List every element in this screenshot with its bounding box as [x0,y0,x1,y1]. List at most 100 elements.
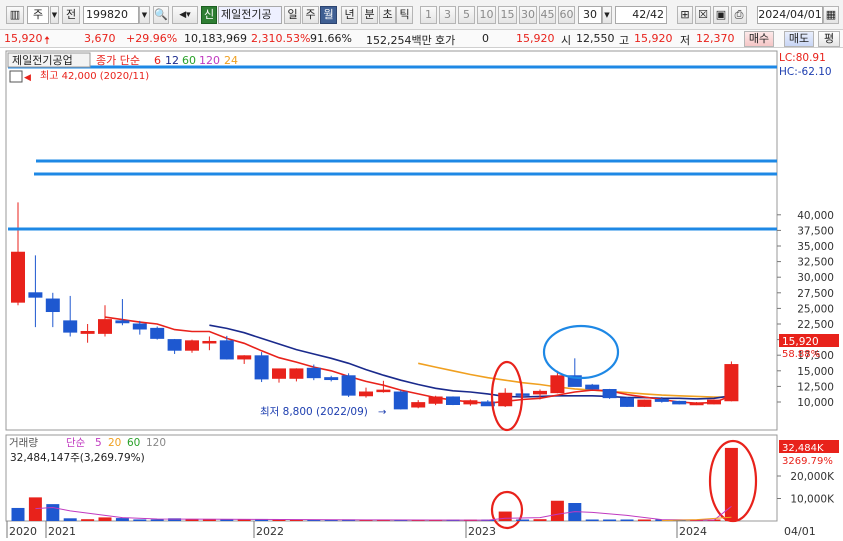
price-tick-label: 10,000 [797,397,834,409]
volume-bar-6 [115,518,129,521]
price-tick-label: 37,500 [797,225,834,237]
period-tab-1[interactable]: 주 [302,6,319,24]
candle-body [289,368,304,379]
search-icon[interactable]: 🔍 [153,6,169,24]
panel-toggle-icon[interactable] [9,70,23,83]
low-note: 최저 8,800 (2022/09) [260,406,368,418]
mode-dropdown-icon[interactable]: ▼ [50,6,59,24]
candle-body [602,389,617,399]
candle-body [707,399,721,405]
code-dropdown-icon[interactable]: ▼ [139,6,150,24]
ma-period-12: 12 [165,54,179,67]
checkbox-icon[interactable]: ☒ [695,6,711,24]
candle-body [672,400,687,405]
volume-tick-label: 10,000K [790,494,835,506]
interval-tab-1[interactable]: 1 [420,6,437,24]
volume-bar-35 [620,519,634,521]
volume-bar-28 [498,511,512,521]
candle-2024-01 [672,400,687,405]
price-panel-frame [5,50,778,431]
print-icon[interactable]: ⎙ [731,6,747,24]
interval-dropdown-icon[interactable]: ▼ [602,6,612,24]
price-tick-label: 22,500 [797,319,834,331]
interval-select[interactable]: 30 [578,6,602,24]
count-total: /42 [646,8,664,21]
volume-ma-title: 단순 [66,437,86,449]
candle-body [306,367,321,379]
volume-bar-4 [81,519,95,521]
interval-tab-15[interactable]: 15 [498,6,517,24]
candle-body [446,396,460,405]
candle-body [150,327,165,339]
mode-select[interactable]: 주 [27,6,49,24]
change-pct: +29.96% [126,32,178,45]
high-value: 15,920 [634,32,673,45]
calendar-icon[interactable]: ▦ [823,6,839,24]
volume-bar-34 [603,519,617,521]
candle-2023-11 [637,399,652,407]
volume-bar-5 [98,517,112,521]
interval-tab-30[interactable]: 30 [519,6,537,24]
candle-body [376,389,391,393]
count-field[interactable]: 42/42 [615,6,667,24]
volume-bar-36 [637,519,651,521]
open-label: 시 [561,34,572,47]
candle-body [28,292,43,298]
volume-bar-8 [150,519,164,521]
eval-button[interactable]: 평 [818,31,840,47]
period-tab-6[interactable]: 틱 [396,6,413,24]
buy-button[interactable]: 매수 [744,31,774,47]
period-tab-4[interactable]: 분 [361,6,378,24]
volume-ma-5: 5 [95,437,102,449]
candle-2022-11 [428,395,443,406]
candle-body [254,355,269,380]
interval-tab-3[interactable]: 3 [439,6,456,24]
volume-ma-60: 60 [127,437,140,449]
candle-body [167,339,182,351]
hc-label: HC:-62.10 [779,66,832,78]
period-tab-0[interactable]: 일 [284,6,301,24]
price-tick-label: 40,000 [797,210,834,222]
volume-bar-7 [133,519,147,521]
period-tab-5[interactable]: 초 [379,6,396,24]
time-label-2021: 2021 [48,525,76,538]
candle-body [80,330,95,334]
volume-ma-120: 120 [146,437,166,449]
time-label-2022: 2022 [256,525,284,538]
period-tab-3[interactable]: 년 [341,6,358,24]
lc-label: LC:80.91 [779,52,826,64]
prefix-button[interactable]: 전 [62,6,80,24]
candle-2023-08 [585,383,600,390]
period-tab-2[interactable]: 월 [320,6,337,24]
candle-body [428,396,443,404]
change-value: 3,670 [84,32,116,45]
sell-button[interactable]: 매도 [784,31,814,47]
interval-tab-45[interactable]: 45 [539,6,556,24]
interval-tab-5[interactable]: 5 [458,6,475,24]
grid-icon[interactable]: ⊞ [677,6,693,24]
code-input[interactable]: 199820 [83,6,139,24]
price-chart[interactable]: 10,00012,50015,00017,50020,00022,50025,0… [0,48,843,541]
candle-body [11,251,25,303]
price-tick-label: 12,500 [797,381,834,393]
time-label-2020: 2020 [9,525,37,538]
stock-name: 제일전기공 [221,8,272,21]
sound-icon[interactable]: ◀▾ [172,6,198,24]
volume-title: 거래량 [9,437,38,449]
high-note: 최고 42,000 (2020/11) [40,70,149,82]
price-tick-label: 30,000 [797,272,834,284]
interval-tab-60[interactable]: 60 [558,6,575,24]
interval-tab-10[interactable]: 10 [477,6,496,24]
ma-period-6: 6 [154,54,161,67]
candle-body [132,323,147,330]
quote-value: 0 [482,32,489,45]
new-badge[interactable]: 신 [201,6,217,24]
current-pct-tag: 58.88% [782,349,820,360]
prefix-label: 전 [65,8,77,21]
volume-bar-31 [550,500,564,521]
date-input[interactable]: 2024/04/01 [757,6,823,24]
stock-name-field: 제일전기공 [218,6,282,24]
save-icon[interactable]: ▣ [713,6,729,24]
layout-icon[interactable]: ▥ [6,6,24,24]
quote-bar: 15,920 🠅 3,670 +29.96% 10,183,969 2,310.… [0,30,843,48]
